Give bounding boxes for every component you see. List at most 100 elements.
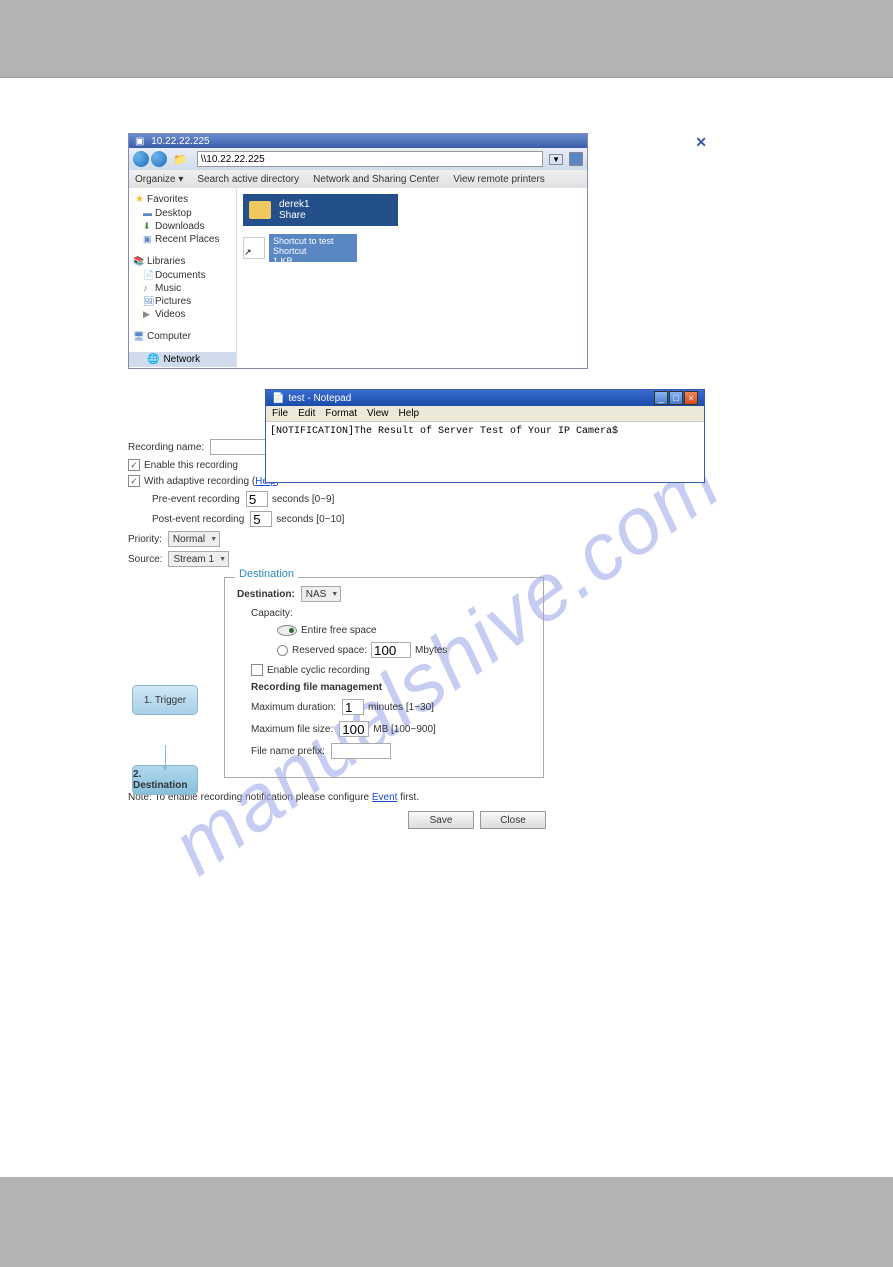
- forward-button[interactable]: [151, 151, 167, 167]
- sidebar-libraries[interactable]: Libraries: [129, 254, 236, 269]
- documents-icon: [143, 270, 153, 280]
- post-event-label: Post-event recording: [152, 514, 244, 525]
- cyclic-checkbox[interactable]: [251, 664, 263, 676]
- page-footer: [0, 1177, 893, 1267]
- sidebar-item-documents[interactable]: Documents: [129, 269, 236, 282]
- explorer-window: ✕ ▣ 10.22.22.225 📁 \\10.22.22.225 ▼ Orga…: [128, 133, 588, 369]
- sidebar-item-recent[interactable]: Recent Places: [129, 233, 236, 246]
- desktop-icon: [143, 208, 153, 218]
- sidebar-item-downloads[interactable]: Downloads: [129, 220, 236, 233]
- max-duration-unit: minutes [1~30]: [368, 702, 434, 713]
- step-tabs: 1. Trigger 2. Destination: [132, 685, 198, 825]
- tab-connector: [165, 745, 166, 765]
- event-link[interactable]: Event: [372, 792, 398, 803]
- downloads-icon: [143, 221, 153, 231]
- explorer-sidebar: ★Favorites Desktop Downloads Recent Plac…: [129, 188, 237, 368]
- enable-label: Enable this recording: [144, 460, 238, 471]
- sidebar-item-videos[interactable]: Videos: [129, 308, 236, 321]
- save-button[interactable]: Save: [408, 811, 474, 829]
- destination-box: Destination Destination: NAS Capacity: E…: [224, 577, 544, 778]
- sidebar-favorites[interactable]: ★Favorites: [129, 192, 236, 207]
- source-select[interactable]: Stream 1: [168, 551, 229, 567]
- videos-icon: [143, 309, 153, 319]
- priority-select[interactable]: Normal: [168, 531, 220, 547]
- destination-label: Destination:: [237, 589, 295, 600]
- post-event-suffix: seconds [0~10]: [276, 514, 344, 525]
- explorer-toolbar: Organize ▾ Search active directory Netwo…: [129, 170, 587, 188]
- menu-help[interactable]: Help: [399, 408, 420, 419]
- recording-form: Recording name: ✓ Enable this recording …: [128, 439, 713, 829]
- adaptive-checkbox[interactable]: ✓: [128, 475, 140, 487]
- pre-event-input[interactable]: [246, 491, 268, 507]
- menu-edit[interactable]: Edit: [298, 408, 315, 419]
- prefix-input[interactable]: [331, 743, 391, 759]
- adaptive-label: With adaptive recording (: [144, 476, 255, 487]
- sidebar-item-desktop[interactable]: Desktop: [129, 207, 236, 220]
- reserved-unit: Mbytes: [415, 645, 447, 656]
- minimize-button[interactable]: _: [654, 391, 668, 405]
- recent-icon: [143, 234, 153, 244]
- sidebar-item-pictures[interactable]: Pictures: [129, 295, 236, 308]
- notepad-icon: 📄: [272, 393, 284, 404]
- close-button[interactable]: Close: [480, 811, 546, 829]
- sidebar-network[interactable]: 🌐Network: [129, 352, 236, 367]
- tab-trigger[interactable]: 1. Trigger: [132, 685, 198, 715]
- shortcut-line3: 1 KB: [273, 256, 334, 266]
- go-button[interactable]: [569, 152, 583, 166]
- recording-name-label: Recording name:: [128, 442, 204, 453]
- close-button[interactable]: ×: [684, 391, 698, 405]
- maximize-button[interactable]: □: [669, 391, 683, 405]
- post-event-input[interactable]: [250, 511, 272, 527]
- shortcut-icon: ↗: [243, 237, 265, 259]
- notepad-title: 📄 test - Notepad _ □ ×: [266, 390, 704, 406]
- sidebar-item-music[interactable]: Music: [129, 282, 236, 295]
- back-button[interactable]: [133, 151, 149, 167]
- notepad-menu: File Edit Format View Help: [266, 406, 704, 422]
- close-icon[interactable]: ✕: [695, 134, 707, 151]
- organize-menu[interactable]: Organize ▾: [135, 174, 183, 185]
- rfm-heading: Recording file management: [251, 682, 382, 693]
- radio-entire[interactable]: [277, 625, 297, 636]
- view-printers-link[interactable]: View remote printers: [453, 174, 545, 185]
- folder-icon: 📁: [173, 153, 187, 166]
- document-page: manualshive.com ✕ ▣ 10.22.22.225 📁 \\10.…: [0, 77, 893, 1177]
- destination-box-label: Destination: [235, 568, 298, 580]
- search-ad-link[interactable]: Search active directory: [197, 174, 299, 185]
- network-center-link[interactable]: Network and Sharing Center: [313, 174, 439, 185]
- dropdown-icon[interactable]: ▼: [549, 154, 563, 165]
- notepad-body[interactable]: [NOTIFICATION]The Result of Server Test …: [266, 422, 704, 482]
- music-icon: [143, 283, 153, 293]
- libraries-icon: [133, 256, 143, 266]
- folder-sub: Share: [279, 210, 310, 221]
- menu-format[interactable]: Format: [325, 408, 357, 419]
- explorer-title: ▣ 10.22.22.225: [129, 134, 587, 148]
- address-bar[interactable]: \\10.22.22.225: [197, 151, 543, 167]
- pre-event-suffix: seconds [0~9]: [272, 494, 335, 505]
- shortcut-item[interactable]: Shortcut to testShortcut1 KB: [269, 234, 357, 262]
- star-icon: ★: [135, 194, 144, 205]
- enable-checkbox[interactable]: ✓: [128, 459, 140, 471]
- capacity-label: Capacity:: [251, 608, 293, 619]
- window-icon: ▣: [135, 136, 144, 147]
- shortcut-line1: Shortcut to test: [273, 236, 334, 246]
- max-size-input[interactable]: [339, 721, 369, 737]
- sidebar-computer[interactable]: Computer: [129, 329, 236, 344]
- computer-icon: [133, 331, 143, 341]
- reserved-input[interactable]: [371, 642, 411, 658]
- radio-reserved[interactable]: [277, 645, 288, 656]
- folder-item[interactable]: derek1Share: [243, 194, 398, 226]
- folder-icon: [249, 201, 271, 219]
- source-label: Source:: [128, 554, 162, 565]
- max-size-unit: MB [100~900]: [373, 724, 436, 735]
- max-duration-input[interactable]: [342, 699, 364, 715]
- nav-bar: 📁 \\10.22.22.225 ▼: [129, 148, 587, 170]
- folder-name: derek1: [279, 199, 310, 210]
- destination-select[interactable]: NAS: [301, 586, 342, 602]
- max-size-label: Maximum file size:: [251, 724, 333, 735]
- title-text: 10.22.22.225: [151, 136, 209, 147]
- menu-view[interactable]: View: [367, 408, 389, 419]
- page-header: [0, 0, 893, 77]
- menu-file[interactable]: File: [272, 408, 288, 419]
- notepad-title-text: test - Notepad: [288, 393, 351, 404]
- footnote: Note: To enable recording notification p…: [128, 792, 713, 803]
